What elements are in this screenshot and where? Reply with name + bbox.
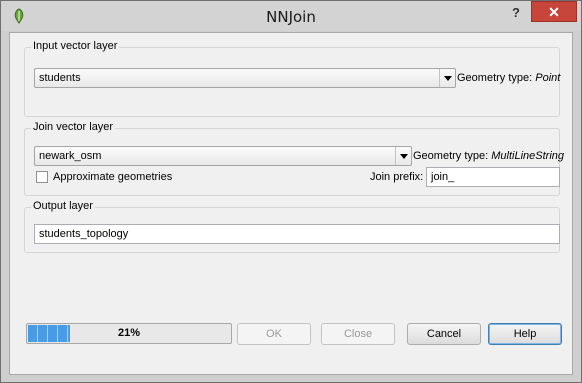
join-geometry-value: MultiLineString bbox=[491, 150, 565, 162]
input-layer-selected: students bbox=[39, 72, 81, 84]
input-layer-combobox[interactable]: students bbox=[34, 68, 456, 88]
window-close-button[interactable]: ✕ bbox=[531, 1, 577, 22]
join-layer-group: Join vector layer newark_osm Geometry ty… bbox=[24, 121, 564, 196]
output-layer-input[interactable]: students_topology bbox=[34, 224, 560, 244]
dialog-body: Input vector layer students Geometry typ… bbox=[9, 32, 573, 375]
context-help-button[interactable]: ? bbox=[508, 5, 524, 23]
join-prefix-input[interactable]: join_ bbox=[426, 167, 560, 187]
join-layer-group-title: Join vector layer bbox=[31, 121, 116, 133]
join-prefix-label: Join prefix: bbox=[370, 171, 424, 183]
chevron-down-icon bbox=[439, 69, 455, 87]
output-layer-value: students_topology bbox=[39, 228, 129, 240]
progress-bar: 21% bbox=[26, 323, 232, 344]
input-layer-group: Input vector layer students Geometry typ… bbox=[24, 40, 560, 117]
ok-button[interactable]: OK bbox=[237, 323, 311, 345]
input-geometry-label: Geometry type: bbox=[457, 72, 536, 84]
title-bar[interactable]: NNJoin ? ✕ bbox=[1, 1, 581, 31]
join-layer-combobox[interactable]: newark_osm bbox=[34, 146, 412, 166]
approximate-geometries-label[interactable]: Approximate geometries bbox=[53, 171, 172, 183]
output-layer-group: Output layer students_topology bbox=[24, 200, 560, 253]
input-geometry-value: Point bbox=[535, 72, 561, 84]
help-button[interactable]: Help bbox=[488, 323, 562, 345]
window-title: NNJoin bbox=[266, 8, 316, 26]
input-layer-group-title: Input vector layer bbox=[31, 40, 120, 52]
close-button[interactable]: Close bbox=[321, 323, 395, 345]
progress-percent: 21% bbox=[117, 327, 141, 339]
nnjoin-dialog: NNJoin ? ✕ Input vector layer students G… bbox=[0, 0, 582, 383]
join-geometry-label: Geometry type: bbox=[413, 150, 492, 162]
approximate-geometries-checkbox[interactable] bbox=[36, 171, 48, 183]
chevron-down-icon bbox=[395, 147, 411, 165]
join-geometry-type: Geometry type: MultiLineString bbox=[413, 150, 564, 162]
join-layer-selected: newark_osm bbox=[39, 150, 102, 162]
cancel-button[interactable]: Cancel bbox=[407, 323, 481, 345]
output-layer-group-title: Output layer bbox=[31, 200, 95, 212]
join-prefix-value: join_ bbox=[431, 171, 455, 183]
input-geometry-type: Geometry type: Point bbox=[457, 72, 560, 84]
